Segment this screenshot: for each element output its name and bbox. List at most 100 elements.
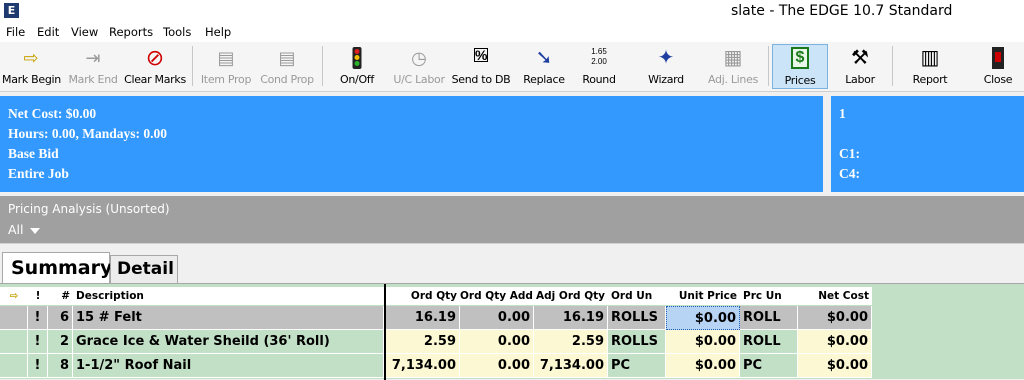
wizard-button[interactable]: ✦ Wizard bbox=[638, 44, 694, 89]
tab-summary[interactable]: Summary bbox=[2, 252, 112, 284]
pricing-analysis-title: Pricing Analysis (Unsorted) bbox=[8, 202, 170, 216]
row-prc-un[interactable]: ROLL bbox=[740, 306, 798, 330]
row-unit-price[interactable]: $0.00 bbox=[666, 330, 740, 354]
row-flag-icon: ! bbox=[28, 354, 48, 378]
pricing-analysis-header: Pricing Analysis (Unsorted) All bbox=[0, 196, 1024, 243]
menu-reports[interactable]: Reports bbox=[109, 25, 153, 39]
row-adj-ord-qty[interactable]: 2.59 bbox=[534, 330, 608, 354]
job-number-text: 1 bbox=[839, 106, 846, 121]
table-row[interactable]: ! 8 1-1/2" Roof Nail 7,134.00 0.00 7,134… bbox=[0, 354, 872, 378]
adj-ord-qty-column-header[interactable]: Adj Ord Qty bbox=[534, 287, 608, 305]
pricing-grid: ⇨ ! # Description Ord Qty Ord Qty Add Ad… bbox=[0, 283, 1024, 380]
scope-text: Entire Job bbox=[8, 166, 69, 181]
row-ord-qty[interactable]: 16.19 bbox=[386, 306, 460, 330]
close-button[interactable]: Close bbox=[972, 44, 1024, 89]
row-flag-icon: ! bbox=[28, 306, 48, 330]
row-description[interactable]: 1-1/2" Roof Nail bbox=[73, 354, 384, 378]
round-label: Round bbox=[582, 73, 616, 86]
toolbar-separator bbox=[768, 46, 769, 86]
row-description[interactable]: 15 # Felt bbox=[73, 306, 384, 330]
round-button[interactable]: 1.65 2.00 Round bbox=[574, 44, 624, 89]
report-button[interactable]: ▥ Report bbox=[902, 44, 958, 89]
row-ord-un[interactable]: ROLLS bbox=[608, 306, 666, 330]
row-mark-cell[interactable] bbox=[0, 330, 28, 354]
send-to-db-label: Send to DB bbox=[451, 73, 511, 86]
document-icon: ▤ bbox=[278, 48, 296, 68]
row-ord-qty-add[interactable]: 0.00 bbox=[460, 330, 534, 354]
frozen-column-divider[interactable] bbox=[384, 284, 386, 380]
row-ord-qty-add[interactable]: 0.00 bbox=[460, 306, 534, 330]
table-row[interactable]: ! 6 15 # Felt 16.19 0.00 16.19 ROLLS $0.… bbox=[0, 306, 872, 330]
flag-column-header[interactable]: ! bbox=[28, 287, 48, 305]
on-off-button[interactable]: On/Off bbox=[330, 44, 384, 89]
row-ord-qty[interactable]: 7,134.00 bbox=[386, 354, 460, 378]
menu-view[interactable]: View bbox=[71, 25, 98, 39]
replace-button[interactable]: ➘ Replace bbox=[516, 44, 572, 89]
row-ord-qty[interactable]: 2.59 bbox=[386, 330, 460, 354]
arrow-updown-icon: ⇥ bbox=[85, 48, 101, 68]
item-prop-label: Item Prop bbox=[200, 73, 252, 86]
adj-lines-button[interactable]: ▦ Adj. Lines bbox=[702, 44, 764, 89]
row-unit-price[interactable]: $0.00 bbox=[666, 306, 740, 330]
net-cost-column-header[interactable]: Net Cost bbox=[798, 287, 872, 305]
row-ord-un[interactable]: ROLLS bbox=[608, 330, 666, 354]
tab-detail[interactable]: Detail bbox=[110, 255, 178, 283]
ord-qty-add-column-header[interactable]: Ord Qty Add bbox=[460, 287, 534, 305]
send-to-db-button[interactable]: % Send to DB bbox=[450, 44, 512, 89]
row-adj-ord-qty[interactable]: 7,134.00 bbox=[534, 354, 608, 378]
replace-label: Replace bbox=[523, 73, 565, 86]
grid-header-row: ⇨ ! # Description Ord Qty Ord Qty Add Ad… bbox=[0, 287, 872, 305]
row-mark-cell[interactable] bbox=[0, 306, 28, 330]
mark-begin-button[interactable]: ⇨ Mark Begin bbox=[2, 44, 61, 89]
prices-button[interactable]: $ Prices bbox=[772, 44, 828, 89]
labor-icon: ⚒ bbox=[851, 47, 869, 69]
filter-value: All bbox=[8, 222, 24, 237]
mark-end-button[interactable]: ⇥ Mark End bbox=[64, 44, 122, 89]
num-column-header[interactable]: # bbox=[48, 287, 73, 305]
row-net-cost: $0.00 bbox=[798, 354, 872, 378]
description-column-header[interactable]: Description bbox=[73, 287, 384, 305]
menu-bar: File Edit View Reports Tools Help bbox=[0, 22, 1024, 42]
ord-un-column-header[interactable]: Ord Un bbox=[608, 287, 666, 305]
unit-price-column-header[interactable]: Unit Price bbox=[666, 287, 740, 305]
row-ord-un[interactable]: PC bbox=[608, 354, 666, 378]
uc-labor-button[interactable]: ◷ U/C Labor bbox=[388, 44, 450, 89]
close-label: Close bbox=[983, 73, 1013, 86]
item-prop-button[interactable]: ▤ Item Prop bbox=[198, 44, 254, 89]
job-summary-panel: Net Cost: $0.00 Hours: 0.00, Mandays: 0.… bbox=[0, 96, 823, 192]
no-symbol-icon: ⊘ bbox=[145, 45, 165, 70]
tab-strip: Summary Detail bbox=[0, 243, 1024, 284]
mark-end-label: Mark End bbox=[68, 73, 118, 86]
ord-qty-column-header[interactable]: Ord Qty bbox=[386, 287, 460, 305]
clear-marks-button[interactable]: ⊘ Clear Marks bbox=[124, 44, 186, 89]
row-adj-ord-qty[interactable]: 16.19 bbox=[534, 306, 608, 330]
filter-dropdown[interactable]: All bbox=[8, 222, 40, 237]
menu-edit[interactable]: Edit bbox=[37, 25, 59, 39]
job-codes-panel: 1 C1: C4: bbox=[831, 96, 1024, 192]
labor-button[interactable]: ⚒ Labor bbox=[834, 44, 886, 89]
mark-column-header-icon[interactable]: ⇨ bbox=[0, 287, 28, 305]
row-prc-un[interactable]: PC bbox=[740, 354, 798, 378]
row-description[interactable]: Grace Ice & Water Sheild (36' Roll) bbox=[73, 330, 384, 354]
wizard-label: Wizard bbox=[648, 73, 684, 86]
toolbar-separator bbox=[192, 46, 193, 86]
row-ord-qty-add[interactable]: 0.00 bbox=[460, 354, 534, 378]
row-unit-price[interactable]: $0.00 bbox=[666, 354, 740, 378]
close-door-icon bbox=[992, 47, 1004, 69]
net-cost-text: Net Cost: $0.00 bbox=[8, 106, 97, 121]
table-row[interactable]: ! 2 Grace Ice & Water Sheild (36' Roll) … bbox=[0, 330, 872, 354]
menu-help[interactable]: Help bbox=[205, 25, 231, 39]
title-bar: E slate - The EDGE 10.7 Standard bbox=[0, 0, 1024, 22]
cond-prop-button[interactable]: ▤ Cond Prop bbox=[258, 44, 316, 89]
menu-file[interactable]: File bbox=[6, 25, 25, 39]
row-number: 6 bbox=[48, 306, 73, 330]
menu-tools[interactable]: Tools bbox=[163, 25, 191, 39]
row-prc-un[interactable]: ROLL bbox=[740, 330, 798, 354]
prc-un-column-header[interactable]: Prc Un bbox=[740, 287, 798, 305]
row-flag-icon: ! bbox=[28, 330, 48, 354]
row-mark-cell[interactable] bbox=[0, 354, 28, 378]
toolbar-separator bbox=[892, 46, 893, 86]
mark-begin-label: Mark Begin bbox=[2, 73, 61, 86]
hours-text: Hours: 0.00, Mandays: 0.00 bbox=[8, 126, 168, 141]
calculator-icon: ▦ bbox=[723, 47, 743, 69]
